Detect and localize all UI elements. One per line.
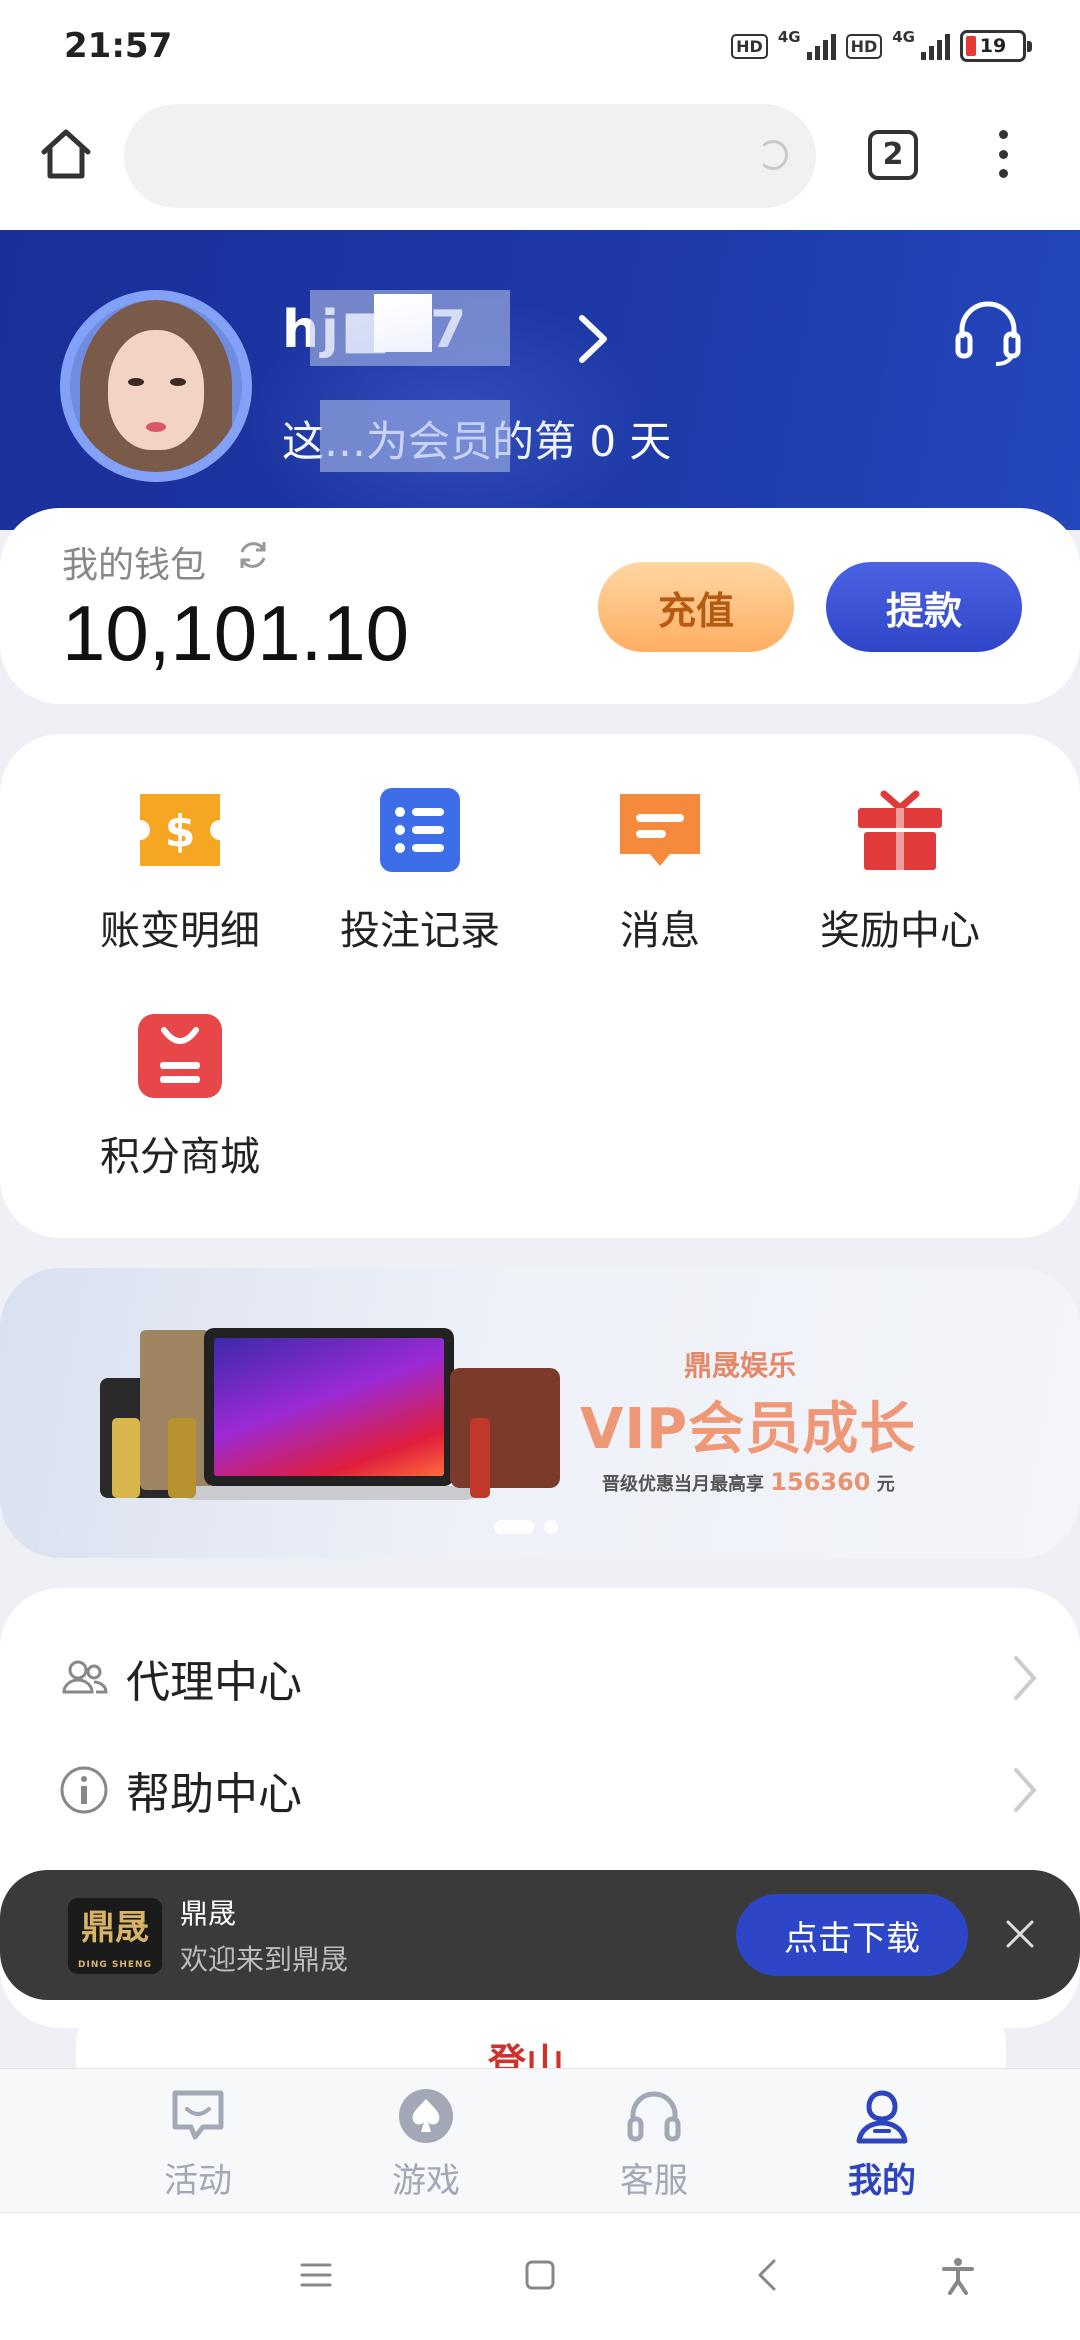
signal-icon: [921, 32, 950, 60]
carousel-dots: [494, 1520, 558, 1534]
status-bar: 21:57 HD 4G HD 4G 19: [0, 0, 1080, 96]
menu-item-points-mall[interactable]: 积分商城: [60, 1010, 300, 1182]
withdraw-button[interactable]: 提款: [826, 562, 1022, 652]
status-indicators: HD 4G HD 4G 19: [731, 28, 1032, 62]
product-bag: [450, 1368, 560, 1488]
list-icon: [380, 788, 460, 872]
tab-mine[interactable]: 我的: [802, 2087, 962, 2202]
accessibility-icon[interactable]: [938, 2255, 978, 2295]
gift-icon: [858, 790, 942, 870]
tab-games[interactable]: 游戏: [346, 2087, 506, 2202]
home-icon[interactable]: [36, 124, 96, 184]
spade-icon: [399, 2089, 453, 2143]
welcome-text: 欢迎来到鼎晟: [180, 1943, 349, 1976]
menu-item-rewards[interactable]: 奖励中心: [780, 784, 1020, 956]
chevron-right-icon: [1014, 1656, 1037, 1700]
app-logo: 鼎晟 DING SHENG: [68, 1898, 162, 1974]
headset-icon: [627, 2091, 681, 2142]
redaction-blur: [310, 290, 510, 366]
app-name: 鼎晟: [180, 1897, 237, 1930]
chevron-right-icon: [1014, 1768, 1037, 1812]
banner-title: VIP会员成长: [580, 1397, 917, 1462]
message-icon: [620, 794, 700, 866]
browser-toolbar: 2: [0, 96, 1080, 230]
laptop-image: [204, 1328, 454, 1486]
list-item-agent-center[interactable]: 代理中心: [0, 1618, 1080, 1728]
banner-amount: 156360: [770, 1468, 871, 1496]
headset-icon[interactable]: [950, 294, 1026, 370]
redaction-blur: [320, 400, 510, 472]
feature-grid: $ 账变明细 投注记录 消息 奖励中心 积分商城: [0, 734, 1080, 1238]
tab-customer-service[interactable]: 客服: [574, 2087, 734, 2202]
recharge-button[interactable]: 充值: [598, 562, 794, 652]
recent-apps-icon[interactable]: [296, 2255, 336, 2295]
avatar[interactable]: [60, 290, 252, 482]
address-bar[interactable]: [124, 104, 816, 208]
chevron-right-icon[interactable]: [574, 314, 612, 364]
refresh-icon[interactable]: [236, 538, 270, 572]
bottom-tab-bar: 活动 游戏 客服 我的: [0, 2068, 1080, 2212]
info-icon: [60, 1766, 108, 1814]
shopping-bag-icon: [138, 1014, 222, 1098]
list-item-help-center[interactable]: 帮助中心: [0, 1730, 1080, 1840]
redaction-box: [374, 294, 432, 352]
chat-icon: [172, 2090, 224, 2140]
banner-subtitle: 晋级优惠当月最高享 156360 元: [602, 1468, 895, 1496]
member-days-text: 这…为会员的第 0 天: [282, 417, 672, 466]
ticket-dollar-icon: $: [140, 794, 220, 866]
signal-icon: [806, 32, 836, 60]
menu-item-transactions[interactable]: $ 账变明细: [60, 784, 300, 956]
battery-icon: 19: [960, 30, 1032, 62]
wallet-balance: 10,101.10: [62, 589, 410, 677]
hd-icon: HD: [845, 33, 883, 59]
profile-header: hj■87 这…为会员的第 0 天: [0, 230, 1080, 530]
download-button[interactable]: 点击下载: [736, 1894, 968, 1976]
menu-item-bet-records[interactable]: 投注记录: [300, 784, 540, 956]
banner-brand: 鼎晟娱乐: [684, 1349, 797, 1382]
status-time: 21:57: [64, 26, 173, 66]
wallet-label: 我的钱包: [62, 545, 207, 586]
system-nav-bar: [0, 2212, 1080, 2340]
hd-icon: HD: [731, 33, 768, 59]
close-icon[interactable]: [1000, 1914, 1040, 1954]
download-app-bar: 鼎晟 DING SHENG 鼎晟 欢迎来到鼎晟 点击下载: [0, 1870, 1080, 2000]
username[interactable]: hj■87: [282, 300, 468, 360]
more-menu-icon[interactable]: [990, 124, 1016, 184]
tabs-button[interactable]: 2: [868, 130, 918, 180]
svg-text:$: $: [165, 806, 196, 857]
network-type: 4G: [777, 28, 801, 46]
loading-icon: [758, 140, 788, 170]
tab-activities[interactable]: 活动: [118, 2087, 278, 2202]
back-icon[interactable]: [748, 2255, 788, 2295]
wallet-card: 我的钱包 10,101.10 充值 提款: [0, 508, 1080, 704]
menu-item-messages[interactable]: 消息: [540, 784, 780, 956]
vip-promo-banner[interactable]: 鼎晟娱乐 VIP会员成长 晋级优惠当月最高享 156360 元: [0, 1268, 1080, 1558]
home-nav-icon[interactable]: [520, 2255, 560, 2295]
network-type-2: 4G: [892, 28, 915, 46]
users-icon: [62, 1660, 108, 1694]
user-icon: [856, 2090, 908, 2144]
